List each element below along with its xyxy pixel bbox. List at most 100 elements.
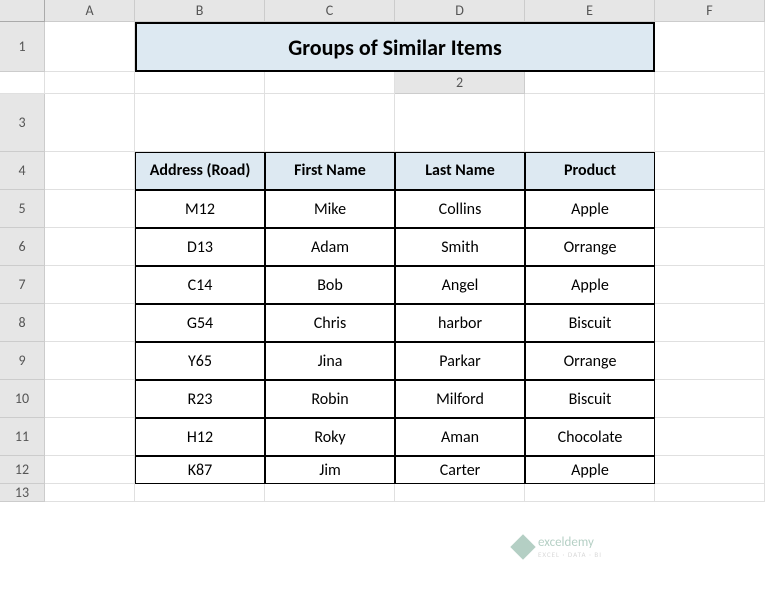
cell-F1[interactable] xyxy=(265,72,395,94)
cell-F8[interactable] xyxy=(655,304,765,342)
watermark-sub: EXCEL · DATA · BI xyxy=(538,550,602,559)
cell-E3[interactable] xyxy=(525,94,655,152)
cell-F13[interactable] xyxy=(655,484,765,502)
col-header-E[interactable]: E xyxy=(525,0,655,22)
cell-A11[interactable] xyxy=(45,418,135,456)
cell-address-4[interactable]: Y65 xyxy=(135,342,265,380)
cell-A7[interactable] xyxy=(45,266,135,304)
cell-A4[interactable] xyxy=(45,152,135,190)
cell-A2[interactable] xyxy=(525,72,655,94)
col-header-B[interactable]: B xyxy=(135,0,265,22)
cell-A1[interactable] xyxy=(45,22,135,72)
row-header-3[interactable]: 3 xyxy=(0,94,45,152)
cell-last-3[interactable]: harbor xyxy=(395,304,525,342)
cell-address-2[interactable]: C14 xyxy=(135,266,265,304)
cell-product-2[interactable]: Apple xyxy=(525,266,655,304)
cell-F2[interactable] xyxy=(655,72,765,94)
watermark-brand: exceldemy xyxy=(538,535,594,550)
cell-address-0[interactable]: M12 xyxy=(135,190,265,228)
row-header-12[interactable]: 12 xyxy=(0,456,45,484)
cell-A3[interactable] xyxy=(45,94,135,152)
cell-address-6[interactable]: H12 xyxy=(135,418,265,456)
cell-D1[interactable] xyxy=(45,72,135,94)
row-header-9[interactable]: 9 xyxy=(0,342,45,380)
row-header-4[interactable]: 4 xyxy=(0,152,45,190)
cell-last-0[interactable]: Collins xyxy=(395,190,525,228)
cell-E1[interactable] xyxy=(135,72,265,94)
row-header-11[interactable]: 11 xyxy=(0,418,45,456)
row-header-2[interactable]: 2 xyxy=(395,72,525,94)
col-header-D[interactable]: D xyxy=(395,0,525,22)
cell-C3[interactable] xyxy=(265,94,395,152)
col-header-F[interactable]: F xyxy=(655,0,765,22)
cell-A12[interactable] xyxy=(45,456,135,484)
row-header-1[interactable]: 1 xyxy=(0,22,45,72)
cell-E13[interactable] xyxy=(525,484,655,502)
logo-icon xyxy=(510,534,535,559)
cell-first-1[interactable]: Adam xyxy=(265,228,395,266)
cell-product-3[interactable]: Biscuit xyxy=(525,304,655,342)
cell-first-2[interactable]: Bob xyxy=(265,266,395,304)
cell-last-4[interactable]: Parkar xyxy=(395,342,525,380)
table-title[interactable]: Groups of Similar Items xyxy=(135,22,655,72)
cell-A8[interactable] xyxy=(45,304,135,342)
row-header-10[interactable]: 10 xyxy=(0,380,45,418)
header-first-name[interactable]: First Name xyxy=(265,152,395,190)
cell-F4[interactable] xyxy=(655,152,765,190)
header-last-name[interactable]: Last Name xyxy=(395,152,525,190)
cell-B1[interactable] xyxy=(655,22,765,72)
cell-first-0[interactable]: Mike xyxy=(265,190,395,228)
cell-D13[interactable] xyxy=(395,484,525,502)
cell-product-5[interactable]: Biscuit xyxy=(525,380,655,418)
cell-product-4[interactable]: Orrange xyxy=(525,342,655,380)
row-header-5[interactable]: 5 xyxy=(0,190,45,228)
cell-F7[interactable] xyxy=(655,266,765,304)
cell-F5[interactable] xyxy=(655,190,765,228)
cell-A10[interactable] xyxy=(45,380,135,418)
cell-A9[interactable] xyxy=(45,342,135,380)
cell-product-1[interactable]: Orrange xyxy=(525,228,655,266)
cell-F12[interactable] xyxy=(655,456,765,484)
cell-C13[interactable] xyxy=(265,484,395,502)
cell-first-3[interactable]: Chris xyxy=(265,304,395,342)
cell-first-6[interactable]: Roky xyxy=(265,418,395,456)
col-header-C[interactable]: C xyxy=(265,0,395,22)
cell-first-5[interactable]: Robin xyxy=(265,380,395,418)
cell-B13[interactable] xyxy=(135,484,265,502)
cell-A6[interactable] xyxy=(45,228,135,266)
row-header-6[interactable]: 6 xyxy=(0,228,45,266)
cell-address-5[interactable]: R23 xyxy=(135,380,265,418)
header-product[interactable]: Product xyxy=(525,152,655,190)
cell-product-6[interactable]: Chocolate xyxy=(525,418,655,456)
row-header-8[interactable]: 8 xyxy=(0,304,45,342)
cell-address-3[interactable]: G54 xyxy=(135,304,265,342)
cell-last-1[interactable]: Smith xyxy=(395,228,525,266)
cell-D3[interactable] xyxy=(395,94,525,152)
select-all-corner[interactable] xyxy=(0,0,45,22)
cell-F3[interactable] xyxy=(655,94,765,152)
cell-F10[interactable] xyxy=(655,380,765,418)
cell-address-7[interactable]: K87 xyxy=(135,456,265,484)
cell-F6[interactable] xyxy=(655,228,765,266)
cell-C1[interactable] xyxy=(0,72,45,94)
cell-F9[interactable] xyxy=(655,342,765,380)
cell-address-1[interactable]: D13 xyxy=(135,228,265,266)
cell-first-4[interactable]: Jina xyxy=(265,342,395,380)
header-address[interactable]: Address (Road) xyxy=(135,152,265,190)
watermark: exceldemy EXCEL · DATA · BI xyxy=(514,535,602,559)
cell-last-6[interactable]: Aman xyxy=(395,418,525,456)
cell-last-7[interactable]: Carter xyxy=(395,456,525,484)
cell-first-7[interactable]: Jim xyxy=(265,456,395,484)
cell-product-7[interactable]: Apple xyxy=(525,456,655,484)
cell-B3[interactable] xyxy=(135,94,265,152)
cell-last-2[interactable]: Angel xyxy=(395,266,525,304)
cell-product-0[interactable]: Apple xyxy=(525,190,655,228)
col-header-A[interactable]: A xyxy=(45,0,135,22)
spreadsheet-grid: A B C D E F 1 2 Groups of Similar Items … xyxy=(0,0,767,502)
cell-A5[interactable] xyxy=(45,190,135,228)
row-header-7[interactable]: 7 xyxy=(0,266,45,304)
cell-last-5[interactable]: Milford xyxy=(395,380,525,418)
cell-F11[interactable] xyxy=(655,418,765,456)
cell-A13[interactable] xyxy=(45,484,135,502)
row-header-13[interactable]: 13 xyxy=(0,484,45,502)
